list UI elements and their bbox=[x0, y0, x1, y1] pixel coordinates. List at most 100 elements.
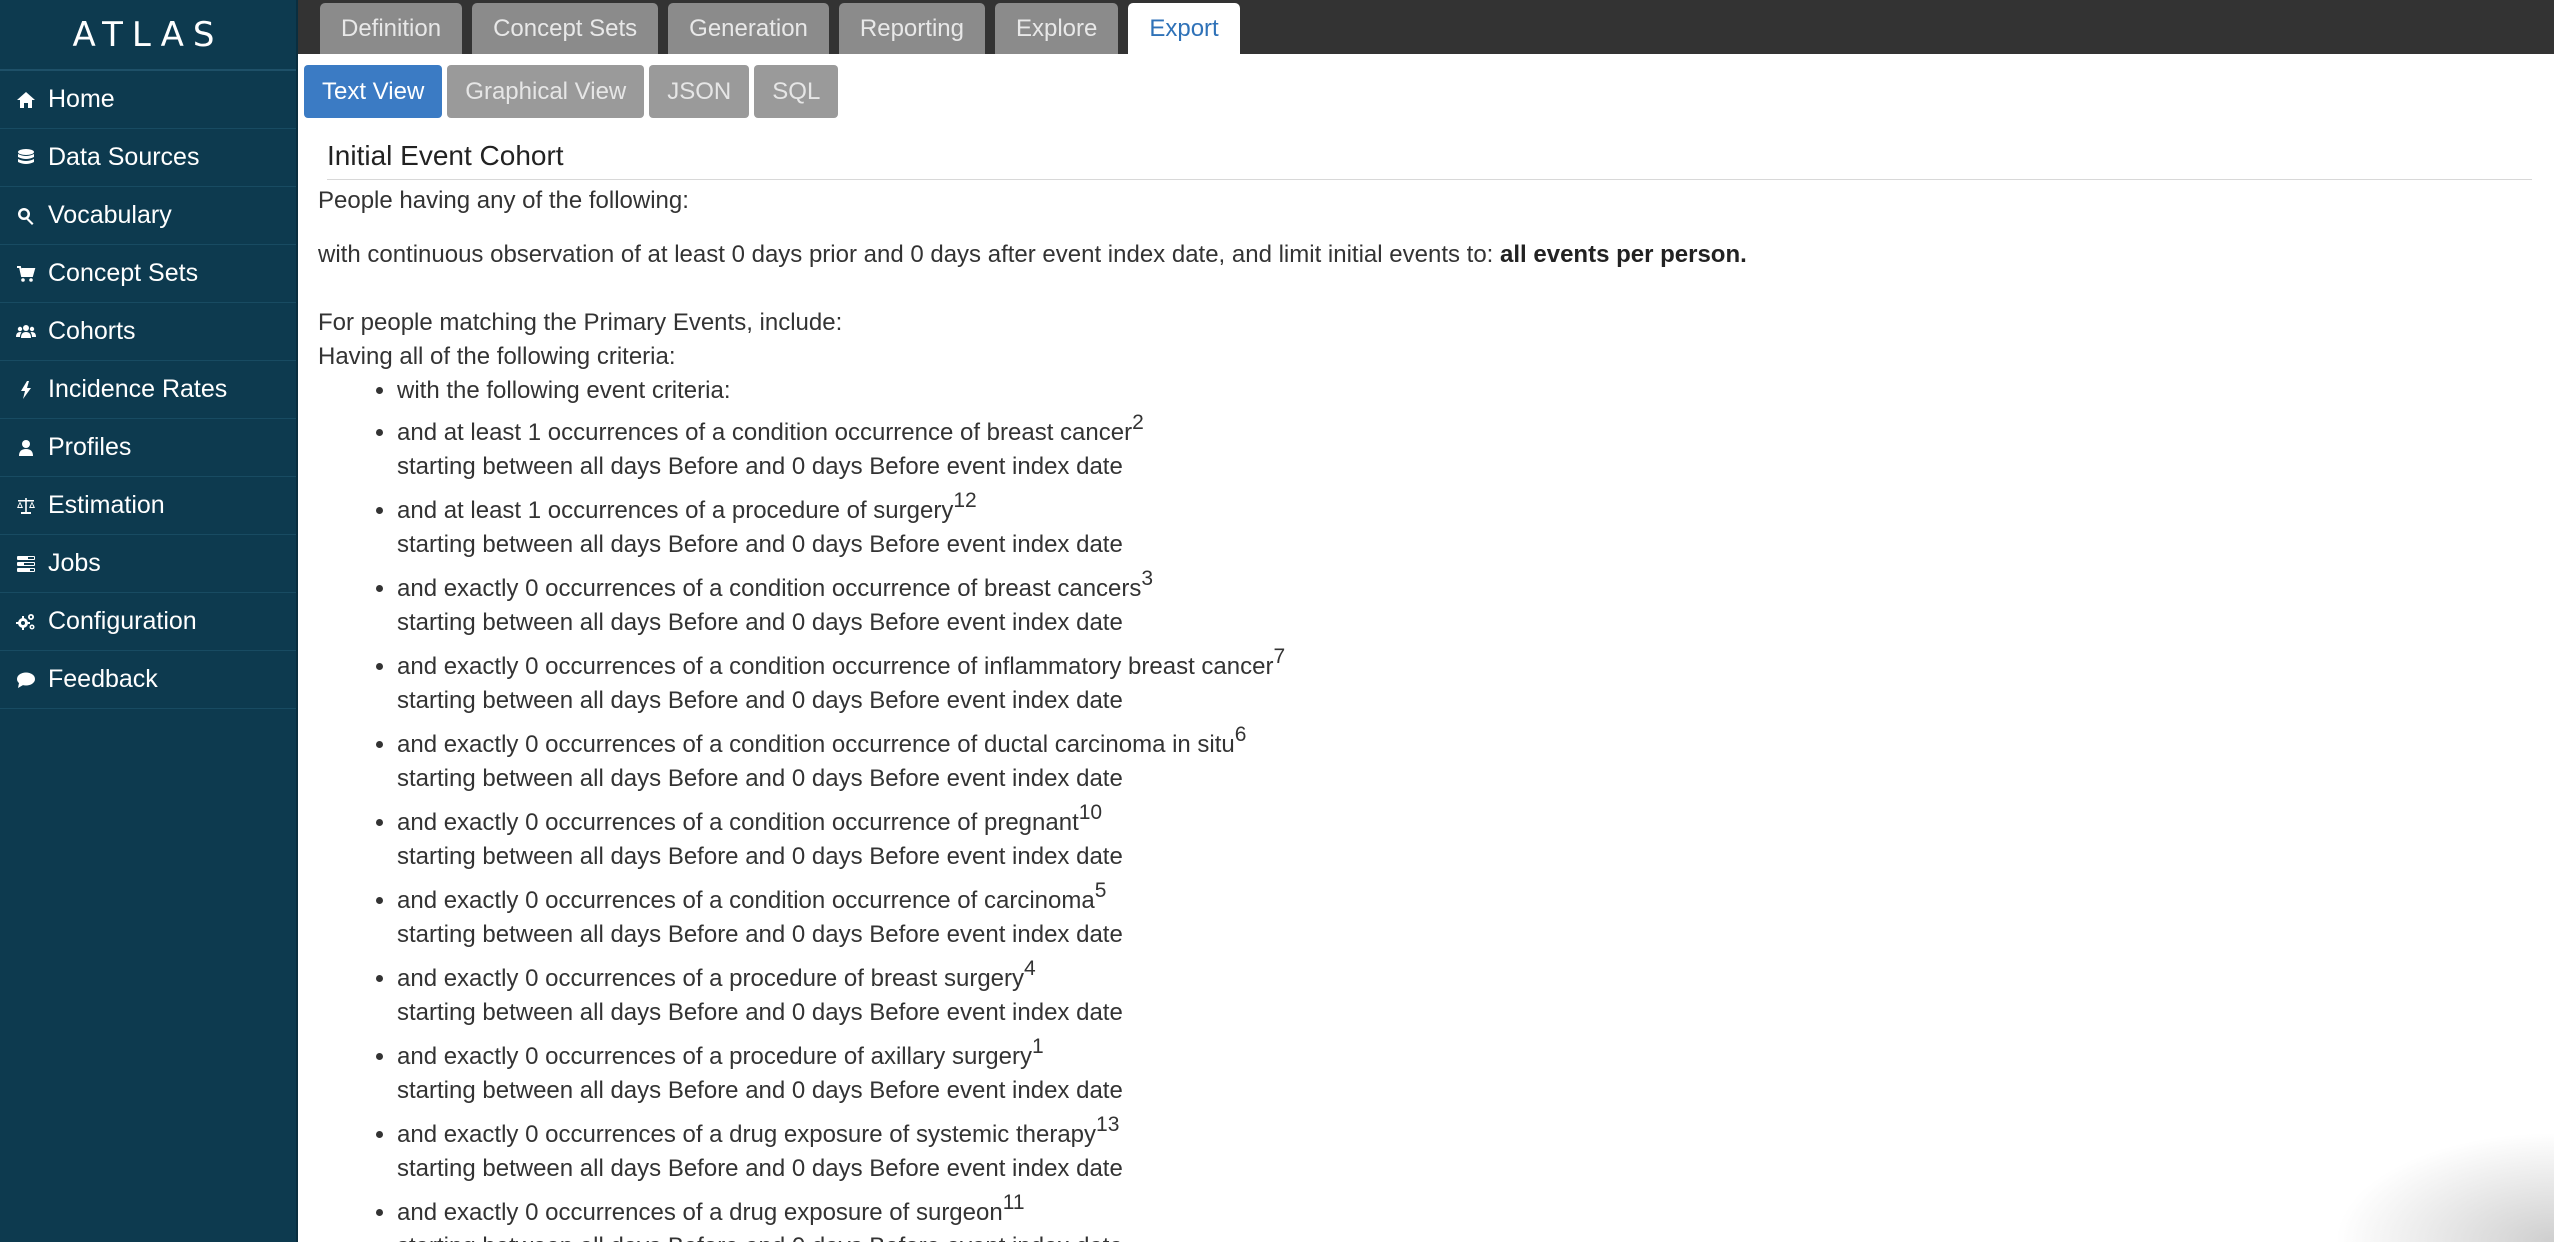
sidebar-item-label: Cohorts bbox=[48, 317, 136, 345]
shopping-cart-icon bbox=[14, 262, 38, 286]
criteria-list: with the following event criteria: and a… bbox=[318, 374, 2538, 1242]
sidebar-item-label: Jobs bbox=[48, 549, 101, 577]
criteria-timing-text: starting between all days Before and 0 d… bbox=[397, 1155, 1123, 1182]
sidebar-item-label: Data Sources bbox=[48, 143, 200, 171]
sidebar: ATLAS Home Data Sources Vocabulary Conce… bbox=[0, 0, 298, 1242]
brand-logo[interactable]: ATLAS bbox=[0, 0, 296, 71]
criteria-text: and exactly 0 occurrences of a drug expo… bbox=[397, 1199, 1003, 1226]
database-icon bbox=[14, 146, 38, 170]
sidebar-item-jobs[interactable]: Jobs bbox=[0, 535, 296, 593]
tasks-icon bbox=[14, 552, 38, 576]
criteria-text: and exactly 0 occurrences of a condition… bbox=[397, 731, 1235, 758]
criteria-text: and exactly 0 occurrences of a condition… bbox=[397, 809, 1079, 836]
sidebar-item-label: Incidence Rates bbox=[48, 375, 228, 403]
cohort-text-description: People having any of the following: with… bbox=[318, 184, 2538, 1242]
cohort-tab-bar: Definition Concept Sets Generation Repor… bbox=[298, 0, 2554, 54]
concept-set-reference: 11 bbox=[1002, 1191, 1025, 1214]
text-view-button[interactable]: Text View bbox=[304, 65, 443, 118]
concept-set-reference: 2 bbox=[1132, 411, 1144, 434]
observation-window-text: with continuous observation of at least … bbox=[318, 238, 2538, 272]
criteria-timing-text: starting between all days Before and 0 d… bbox=[397, 765, 1123, 792]
concept-set-reference: 7 bbox=[1273, 645, 1286, 668]
criteria-item: and exactly 0 occurrences of a drug expo… bbox=[397, 1114, 2538, 1186]
inclusion-intro-text: For people matching the Primary Events, … bbox=[318, 309, 843, 336]
sidebar-item-label: Home bbox=[48, 85, 115, 113]
graphical-view-button[interactable]: Graphical View bbox=[447, 65, 645, 118]
criteria-item: and at least 1 occurrences of a conditio… bbox=[397, 412, 2538, 484]
criteria-item: and exactly 0 occurrences of a condition… bbox=[397, 880, 2538, 952]
concept-set-reference: 12 bbox=[953, 489, 977, 512]
criteria-item: and at least 1 occurrences of a procedur… bbox=[397, 490, 2538, 562]
tab-concept-sets[interactable]: Concept Sets bbox=[472, 3, 659, 54]
criteria-text: and exactly 0 occurrences of a condition… bbox=[397, 575, 1142, 602]
criteria-item: and exactly 0 occurrences of a condition… bbox=[397, 802, 2538, 874]
sidebar-item-cohorts[interactable]: Cohorts bbox=[0, 303, 296, 361]
criteria-text: and at least 1 occurrences of a conditio… bbox=[397, 419, 1133, 446]
concept-set-reference: 4 bbox=[1024, 957, 1036, 980]
concept-set-reference: 5 bbox=[1094, 879, 1107, 902]
criteria-timing-text: starting between all days Before and 0 d… bbox=[397, 843, 1123, 870]
concept-set-reference: 6 bbox=[1234, 723, 1247, 746]
people-having-text: People having any of the following: bbox=[318, 187, 689, 214]
sidebar-item-label: Concept Sets bbox=[48, 259, 199, 287]
criteria-text: and exactly 0 occurrences of a procedure… bbox=[397, 965, 1024, 992]
criteria-text: and exactly 0 occurrences of a condition… bbox=[397, 653, 1274, 680]
home-icon bbox=[14, 88, 38, 112]
criteria-timing-text: starting between all days Before and 0 d… bbox=[397, 609, 1123, 636]
concept-set-reference: 13 bbox=[1096, 1113, 1120, 1136]
export-panel: Text View Graphical View JSON SQL Initia… bbox=[298, 54, 2554, 1242]
criteria-timing-text: starting between all days Before and 0 d… bbox=[397, 921, 1123, 948]
tab-reporting[interactable]: Reporting bbox=[838, 3, 985, 54]
criteria-header-item: with the following event criteria: bbox=[397, 374, 2538, 408]
sidebar-item-data-sources[interactable]: Data Sources bbox=[0, 129, 296, 187]
bolt-icon bbox=[14, 378, 38, 402]
criteria-text: and exactly 0 occurrences of a condition… bbox=[397, 887, 1095, 914]
concept-set-reference: 10 bbox=[1078, 801, 1103, 824]
criteria-item: and exactly 0 occurrences of a condition… bbox=[397, 646, 2538, 718]
criteria-item: and exactly 0 occurrences of a condition… bbox=[397, 568, 2538, 640]
sidebar-item-home[interactable]: Home bbox=[0, 71, 296, 129]
comment-icon bbox=[14, 668, 38, 692]
sidebar-item-estimation[interactable]: Estimation bbox=[0, 477, 296, 535]
user-icon bbox=[14, 436, 38, 460]
json-button[interactable]: JSON bbox=[649, 65, 750, 118]
search-icon bbox=[14, 204, 38, 228]
sidebar-item-label: Feedback bbox=[48, 665, 158, 693]
concept-set-reference: 3 bbox=[1141, 567, 1154, 590]
sidebar-item-label: Estimation bbox=[48, 491, 165, 519]
criteria-timing-text: starting between all days Before and 0 d… bbox=[397, 1077, 1123, 1104]
atlas-app: ATLAS Home Data Sources Vocabulary Conce… bbox=[0, 0, 2554, 1242]
sidebar-item-label: Vocabulary bbox=[48, 201, 172, 229]
criteria-item: and exactly 0 occurrences of a condition… bbox=[397, 724, 2538, 796]
concept-set-reference: 1 bbox=[1031, 1035, 1044, 1058]
tab-explore[interactable]: Explore bbox=[994, 3, 1119, 54]
users-icon bbox=[14, 320, 38, 344]
tab-export[interactable]: Export bbox=[1128, 3, 1240, 54]
criteria-text: and exactly 0 occurrences of a drug expo… bbox=[397, 1121, 1097, 1148]
sidebar-item-feedback[interactable]: Feedback bbox=[0, 651, 296, 709]
having-all-text: Having all of the following criteria: bbox=[318, 343, 676, 370]
sql-button[interactable]: SQL bbox=[754, 65, 839, 118]
sidebar-item-label: Profiles bbox=[48, 433, 132, 461]
sidebar-item-concept-sets[interactable]: Concept Sets bbox=[0, 245, 296, 303]
criteria-item: and exactly 0 occurrences of a drug expo… bbox=[397, 1192, 2538, 1242]
criteria-timing-text: starting between all days Before and 0 d… bbox=[397, 453, 1123, 480]
criteria-text: and at least 1 occurrences of a procedur… bbox=[397, 497, 954, 524]
criteria-item: and exactly 0 occurrences of a procedure… bbox=[397, 958, 2538, 1030]
event-limit-text: all events per person. bbox=[1500, 241, 1747, 268]
criteria-timing-text: starting between all days Before and 0 d… bbox=[397, 531, 1123, 558]
section-title: Initial Event Cohort bbox=[327, 140, 2532, 180]
sidebar-item-configuration[interactable]: Configuration bbox=[0, 593, 296, 651]
observation-text: with continuous observation of at least … bbox=[318, 241, 1501, 268]
criteria-timing-text: starting between all days Before and 0 d… bbox=[397, 1233, 1123, 1242]
cogs-icon bbox=[14, 610, 38, 634]
sidebar-item-incidence-rates[interactable]: Incidence Rates bbox=[0, 361, 296, 419]
sidebar-item-label: Configuration bbox=[48, 607, 197, 635]
criteria-text: and exactly 0 occurrences of a procedure… bbox=[397, 1043, 1032, 1070]
sidebar-item-vocabulary[interactable]: Vocabulary bbox=[0, 187, 296, 245]
criteria-timing-text: starting between all days Before and 0 d… bbox=[397, 687, 1123, 714]
sidebar-item-profiles[interactable]: Profiles bbox=[0, 419, 296, 477]
export-view-switcher: Text View Graphical View JSON SQL bbox=[304, 65, 843, 118]
tab-definition[interactable]: Definition bbox=[320, 3, 463, 54]
tab-generation[interactable]: Generation bbox=[668, 3, 829, 54]
